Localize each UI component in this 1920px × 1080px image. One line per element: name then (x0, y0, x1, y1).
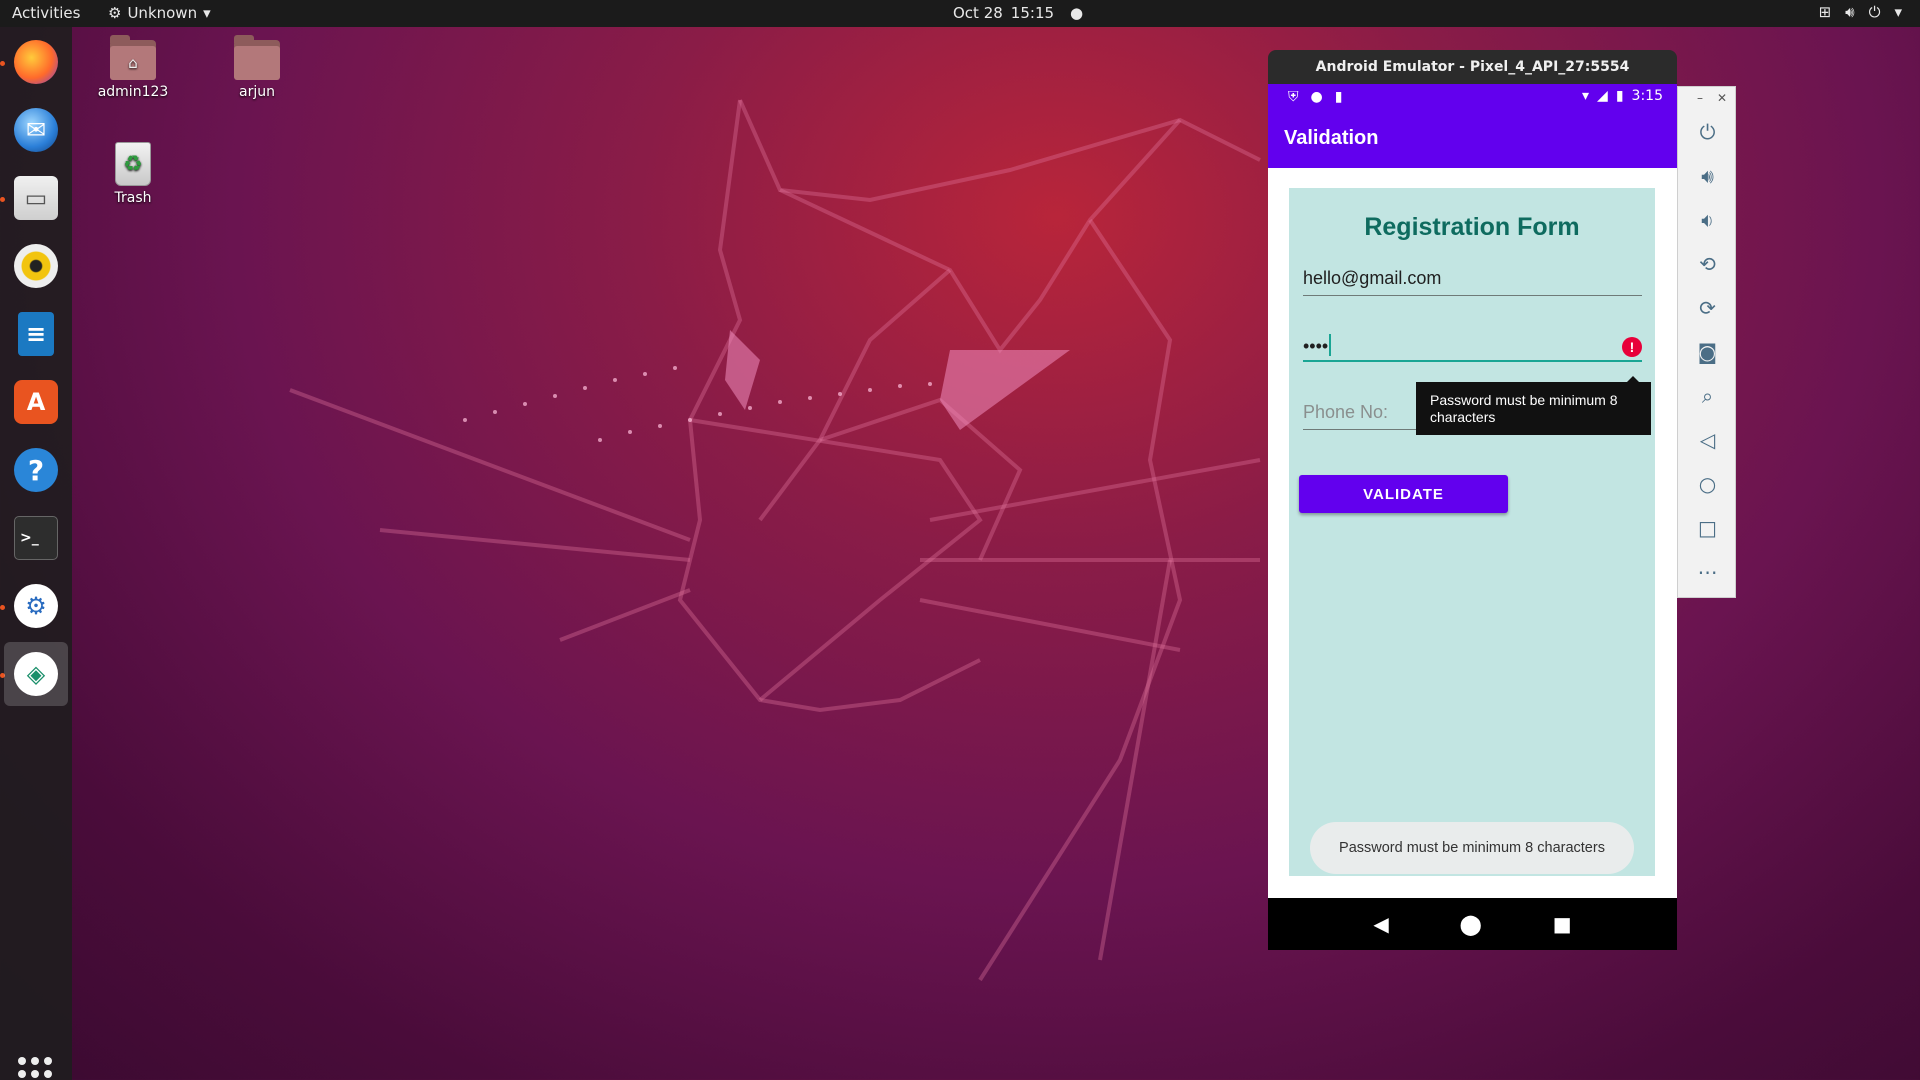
help-icon: ? (14, 448, 58, 492)
close-icon[interactable]: ✕ (1717, 91, 1727, 105)
android-status-bar: ⛨ ● ▮ ▾ ◢ ▮ 3:15 (1268, 84, 1677, 110)
desktop-icon-label: Trash (114, 190, 152, 206)
top-bar: Activities ⚙ Unknown ▾ Oct 28 15:15 ● ⊞ … (0, 0, 1920, 27)
clock-time: 15:15 (1010, 4, 1055, 22)
software-center-icon: A (14, 380, 58, 424)
writer-icon: ≡ (18, 312, 54, 356)
email-field[interactable]: hello@gmail.com (1303, 256, 1642, 296)
emulator-toolbar: – ✕ ⏻ 🔊︎ 🔉︎ ⟲ ⟳ ◙ ⌕ ◁ ○ □ ⋯ (1677, 86, 1736, 598)
error-icon[interactable]: ! (1622, 337, 1642, 357)
desktop-icon-arjun[interactable]: arjun (207, 35, 307, 100)
files-icon: ▭ (14, 176, 58, 220)
android-studio-icon: ⚙ (14, 584, 58, 628)
zoom-icon[interactable]: ⌕ (1678, 381, 1737, 411)
phone-placeholder: Phone No: (1303, 402, 1389, 422)
volume-up-icon[interactable]: 🔊︎ (1678, 161, 1737, 191)
desktop-icon-label: admin123 (97, 84, 169, 100)
dock-rhythmbox[interactable] (4, 234, 68, 298)
wifi-icon: ▾ (1582, 88, 1590, 104)
dock-files[interactable]: ▭ (4, 166, 68, 230)
emulator-screen: ⛨ ● ▮ ▾ ◢ ▮ 3:15 Validation Registration… (1268, 84, 1677, 950)
home-folder-icon: ⌂ (110, 35, 156, 80)
emulator-icon: ◈ (14, 652, 58, 696)
error-tooltip: Password must be minimum 8 characters (1416, 376, 1651, 435)
system-tray[interactable]: ⊞ 🔊︎ ⏻ ▾ (1819, 3, 1902, 21)
app-content: Registration Form hello@gmail.com •••• !… (1268, 168, 1677, 898)
rhythmbox-icon (14, 244, 58, 288)
dock-firefox[interactable] (4, 30, 68, 94)
home-icon[interactable]: ○ (1678, 469, 1737, 499)
clock[interactable]: Oct 28 15:15 ● (953, 4, 1083, 22)
dock-software[interactable]: A (4, 370, 68, 434)
dock-help[interactable]: ? (4, 438, 68, 502)
trash-icon: ♻ (115, 142, 151, 186)
desktop-icon-label: arjun (239, 84, 275, 100)
registration-form: Registration Form hello@gmail.com •••• !… (1289, 188, 1655, 876)
dock-android-studio[interactable]: ⚙ (4, 574, 68, 638)
camera-icon[interactable]: ◙ (1678, 337, 1737, 367)
emulator-title-bar[interactable]: Android Emulator - Pixel_4_API_27:5554 (1268, 50, 1677, 84)
show-applications-button[interactable] (18, 1057, 52, 1080)
chevron-down-icon: ▾ (1894, 3, 1902, 21)
network-icon: ⊞ (1818, 3, 1832, 21)
app-menu-label: Unknown (127, 4, 198, 22)
firefox-icon (14, 40, 58, 84)
app-title: Validation (1284, 127, 1379, 149)
dock-thunderbird[interactable]: ✉ (4, 98, 68, 162)
back-button[interactable]: ◀ (1373, 912, 1388, 936)
desktop-icon-trash[interactable]: ♻ Trash (83, 142, 183, 206)
shield-icon: ⛨ (1288, 89, 1299, 105)
dock-writer[interactable]: ≡ (4, 302, 68, 366)
dock-emulator[interactable]: ◈ (4, 642, 68, 706)
clock-date: Oct 28 (953, 4, 1003, 22)
sd-card-icon: ▮ (1334, 89, 1343, 105)
home-button[interactable]: ⬤ (1460, 912, 1482, 936)
text-cursor (1329, 334, 1332, 356)
thunderbird-icon: ✉ (14, 108, 58, 152)
email-value: hello@gmail.com (1303, 268, 1442, 288)
app-bar: Validation (1268, 110, 1677, 168)
chevron-down-icon: ▾ (203, 4, 211, 22)
desktop-icon-admin123[interactable]: ⌂ admin123 (83, 35, 183, 100)
terminal-icon: >_ (14, 516, 58, 560)
notification-dot-icon: ● (1070, 4, 1084, 22)
power-icon: ⏻ (1868, 3, 1881, 21)
battery-icon: ▮ (1615, 88, 1624, 104)
password-value: •••• (1303, 336, 1329, 356)
more-icon[interactable]: ⋯ (1678, 557, 1737, 587)
signal-icon: ◢ (1597, 88, 1608, 104)
power-icon[interactable]: ⏻ (1678, 117, 1737, 147)
volume-down-icon[interactable]: 🔉︎ (1678, 205, 1737, 235)
form-title: Registration Form (1364, 213, 1580, 241)
android-nav-bar: ◀ ⬤ ■ (1268, 898, 1677, 950)
password-field[interactable]: •••• ! (1303, 322, 1642, 362)
app-menu[interactable]: ⚙ Unknown ▾ (108, 4, 211, 22)
overview-icon[interactable]: □ (1678, 513, 1737, 543)
toast-message: Password must be minimum 8 characters (1310, 822, 1634, 874)
volume-icon: 🔊︎ (1845, 3, 1855, 21)
minimize-icon[interactable]: – (1697, 91, 1703, 105)
dock: ✉ ▭ ≡ A ? >_ ⚙ ◈ (0, 27, 72, 1080)
dock-terminal[interactable]: >_ (4, 506, 68, 570)
folder-icon (234, 35, 280, 80)
activities-button[interactable]: Activities (12, 4, 80, 22)
rotate-right-icon[interactable]: ⟳ (1678, 293, 1737, 323)
app-icon: ⚙ (108, 4, 122, 22)
rotate-left-icon[interactable]: ⟲ (1678, 249, 1737, 279)
status-time: 3:15 (1631, 88, 1663, 104)
recents-button[interactable]: ■ (1553, 912, 1572, 936)
emulator-window-title: Android Emulator - Pixel_4_API_27:5554 (1315, 59, 1630, 75)
back-icon[interactable]: ◁ (1678, 425, 1737, 455)
validate-button[interactable]: VALIDATE (1299, 475, 1508, 513)
circle-status-icon: ● (1310, 89, 1323, 105)
